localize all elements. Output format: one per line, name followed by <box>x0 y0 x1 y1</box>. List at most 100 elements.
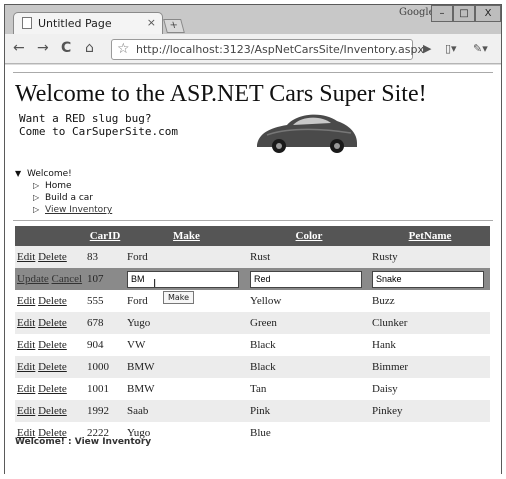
cell-color: Black <box>250 339 276 351</box>
top-divider <box>13 72 493 73</box>
cell-carid: 1000 <box>85 356 125 378</box>
cell-color: Tan <box>250 383 267 395</box>
cell-color: Yellow <box>250 295 282 307</box>
close-window-button[interactable]: X <box>475 5 501 22</box>
page-content: Welcome to the ASP.NET Cars Super Site! … <box>5 65 501 474</box>
delete-link[interactable]: Delete <box>38 317 67 329</box>
collapsed-arrow-icon: ▷ <box>33 205 40 214</box>
expanded-arrow-icon[interactable]: ▼ <box>15 169 27 178</box>
cell-make: Saab <box>125 400 248 422</box>
cell-carid: 904 <box>87 339 104 351</box>
petname-input[interactable] <box>372 270 484 288</box>
grid-header-color[interactable]: Color <box>248 226 370 246</box>
star-icon[interactable]: ☆ <box>117 41 130 57</box>
wrench-icon[interactable]: ✎▾ <box>473 42 488 55</box>
page-title: Welcome to the ASP.NET Cars Super Site! <box>15 81 427 107</box>
cell-petname <box>370 268 490 290</box>
cell-color: Rust <box>248 246 370 268</box>
tree-item-label: Build a car <box>45 193 93 203</box>
car-image <box>257 114 357 153</box>
row-actions: Edit Delete <box>15 400 85 422</box>
tab-close-icon[interactable]: × <box>147 16 156 29</box>
reload-icon[interactable]: C <box>61 40 71 56</box>
grid-header-make[interactable]: Make <box>125 226 248 246</box>
row-actions: Edit Delete <box>15 378 85 400</box>
color-input[interactable] <box>250 270 362 288</box>
edit-link[interactable]: Edit <box>17 361 35 373</box>
collapsed-arrow-icon: ▷ <box>33 193 40 202</box>
promo-line-2: Come to CarSuperSite.com <box>19 125 178 138</box>
cell-petname: Buzz <box>372 295 395 307</box>
table-row-editing: Update Cancel 107 <box>15 268 490 290</box>
tab-untitled-page[interactable]: Untitled Page × <box>13 12 163 34</box>
table-row: Edit Delete 904 VW Black Hank <box>15 334 490 356</box>
update-link[interactable]: Update <box>17 273 49 285</box>
cell-color: Green <box>248 312 370 334</box>
delete-link[interactable]: Delete <box>38 339 67 351</box>
cell-make: BMW <box>125 356 248 378</box>
home-icon[interactable]: ⌂ <box>85 40 94 56</box>
page-action-icon[interactable]: ▶ <box>423 42 431 55</box>
make-input[interactable] <box>127 270 239 288</box>
cell-make <box>125 268 248 290</box>
delete-link[interactable]: Delete <box>38 295 67 307</box>
url-text[interactable]: http://localhost:3123/AspNetCarsSite/Inv… <box>136 43 424 56</box>
table-row: Edit Delete 1001 BMW Tan Daisy <box>15 378 490 400</box>
delete-link[interactable]: Delete <box>38 251 67 263</box>
cell-carid: 83 <box>85 246 125 268</box>
table-row: Edit Delete 1992 Saab Pink Pinkey <box>15 400 490 422</box>
browser-window: Untitled Page × + Google – □ X ← → C ⌂ ☆… <box>4 4 502 474</box>
edit-link[interactable]: Edit <box>17 339 35 351</box>
tree-item-link[interactable]: View Inventory <box>45 205 112 215</box>
tree-item-build-a-car[interactable]: ▷ Build a car <box>33 193 93 203</box>
table-row: Edit Delete 1000 BMW Black Bimmer <box>15 356 490 378</box>
cell-petname: Rusty <box>370 246 490 268</box>
cell-make: VW <box>127 339 146 351</box>
grid-header-carid[interactable]: CarID <box>85 226 125 246</box>
cancel-link[interactable]: Cancel <box>52 273 83 285</box>
row-actions: Edit Delete <box>15 290 85 312</box>
table-row: Edit Delete 678 Yugo Green Clunker <box>15 312 490 334</box>
page-menu-icon[interactable]: ▯▾ <box>445 42 457 55</box>
grid-divider <box>13 220 493 221</box>
maximize-button[interactable]: □ <box>453 5 475 22</box>
cell-make: Ford <box>125 246 248 268</box>
cell-color: Pink <box>248 400 370 422</box>
tree-item-home[interactable]: ▷ Home <box>33 181 72 191</box>
grid-header-actions <box>15 226 85 246</box>
delete-link[interactable]: Delete <box>38 405 67 417</box>
browser-toolbar: ← → C ⌂ ☆ http://localhost:3123/AspNetCa… <box>5 34 501 64</box>
inventory-grid: CarID Make Color PetName Edit Delete 83 … <box>15 226 490 444</box>
edit-link[interactable]: Edit <box>17 251 35 263</box>
delete-link[interactable]: Delete <box>38 361 67 373</box>
edit-link[interactable]: Edit <box>17 317 35 329</box>
grid-header-petname[interactable]: PetName <box>370 226 490 246</box>
delete-link[interactable]: Delete <box>38 383 67 395</box>
edit-link[interactable]: Edit <box>17 383 35 395</box>
cell-petname: Hank <box>372 339 396 351</box>
row-actions: Edit Delete <box>15 356 85 378</box>
row-actions: Edit Delete <box>15 334 85 356</box>
minimize-button[interactable]: – <box>431 5 453 22</box>
row-actions: Edit Delete <box>15 312 85 334</box>
back-icon[interactable]: ← <box>13 40 25 56</box>
tree-root-label: Welcome! <box>27 169 72 179</box>
cell-color <box>248 268 370 290</box>
page-icon <box>22 17 32 29</box>
tree-item-view-inventory[interactable]: ▷ View Inventory <box>33 205 112 215</box>
tree-item-label: Home <box>45 181 72 191</box>
new-tab-button[interactable]: + <box>163 19 185 33</box>
cell-petname <box>370 422 490 444</box>
address-bar[interactable]: ☆ http://localhost:3123/AspNetCarsSite/I… <box>111 39 424 60</box>
cell-petname: Clunker <box>370 312 490 334</box>
tab-strip: Untitled Page × + Google – □ X <box>5 5 501 34</box>
tab-title: Untitled Page <box>38 17 112 30</box>
cell-petname: Daisy <box>372 383 398 395</box>
cell-carid: 555 <box>87 295 104 307</box>
tree-root[interactable]: ▼ Welcome! <box>15 169 72 179</box>
promo-line-1: Want a RED slug bug? <box>19 112 152 125</box>
edit-link[interactable]: Edit <box>17 405 35 417</box>
cell-petname: Pinkey <box>370 400 490 422</box>
edit-link[interactable]: Edit <box>17 295 35 307</box>
forward-icon[interactable]: → <box>37 40 49 56</box>
